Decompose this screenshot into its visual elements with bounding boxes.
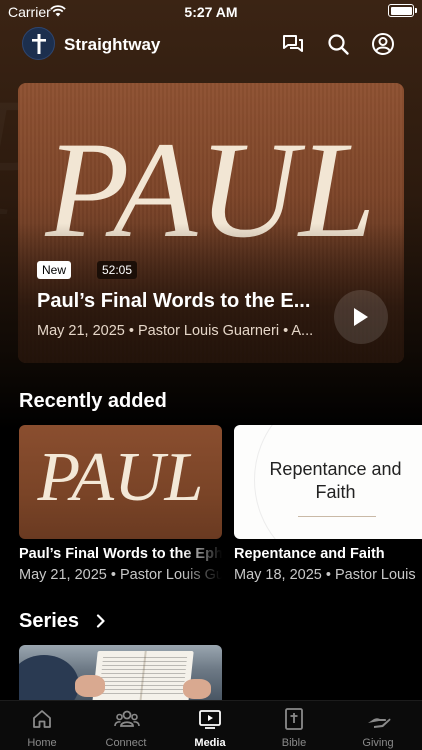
play-icon — [354, 308, 368, 326]
bible-icon — [285, 708, 303, 730]
media-card-meta: May 21, 2025 • Pastor Louis Gu — [19, 567, 222, 583]
duration-badge: 52:05 — [97, 261, 138, 279]
tab-home[interactable]: Home — [0, 701, 84, 750]
tab-bar: Home Connect Media Bible Giving — [0, 700, 422, 750]
media-thumbnail: Repentance and Faith — [234, 425, 422, 539]
tab-bible[interactable]: Bible — [252, 701, 336, 750]
thumbnail-art-line: Repentance and — [269, 459, 402, 479]
tab-label: Media — [194, 737, 226, 749]
chat-icon[interactable] — [281, 32, 305, 56]
search-icon[interactable] — [326, 32, 350, 56]
thumbnail-divider — [298, 516, 376, 517]
featured-sermon-title: Paul’s Final Words to the E... — [37, 290, 311, 312]
tab-label: Giving — [362, 737, 394, 749]
thumbnail-art-line: Faith — [315, 482, 356, 502]
clock: 5:27 AM — [184, 4, 238, 20]
app-header: Straightway — [0, 24, 422, 64]
media-card-title: Paul’s Final Words to the Eph — [19, 546, 222, 562]
thumbnail-art-text: Repentance and Faith — [234, 458, 422, 504]
featured-sermon-card[interactable]: PAUL New 52:05 Paul’s Final Words to the… — [18, 83, 404, 363]
giving-hand-icon — [368, 718, 391, 728]
recently-added-heading: Recently added — [19, 390, 167, 412]
new-badge: New — [37, 261, 72, 279]
play-screen-icon — [199, 710, 221, 729]
status-bar: Carrier 5:27 AM — [0, 0, 422, 24]
account-icon[interactable] — [371, 32, 395, 56]
photo-shape — [19, 655, 79, 705]
photo-shape — [98, 657, 188, 697]
photo-shape — [75, 675, 105, 697]
media-card-title: Repentance and Faith — [234, 546, 385, 562]
featured-sermon-meta: May 21, 2025 • Pastor Louis Guarneri • A… — [37, 323, 314, 339]
tab-label: Connect — [105, 737, 147, 749]
media-card-meta: May 18, 2025 • Pastor Louis — [234, 567, 416, 583]
cross-icon — [32, 34, 46, 54]
tab-giving[interactable]: Giving — [336, 701, 420, 750]
home-icon — [33, 710, 51, 728]
tab-connect[interactable]: Connect — [84, 701, 168, 750]
series-heading[interactable]: Series — [19, 610, 79, 633]
battery-icon — [388, 4, 417, 17]
tab-label: Bible — [281, 737, 307, 749]
people-icon — [114, 710, 140, 727]
photo-shape — [183, 679, 211, 699]
play-button[interactable] — [334, 290, 388, 344]
chevron-right-icon[interactable] — [96, 614, 106, 628]
thumbnail-art-text: PAUL — [37, 439, 204, 516]
tab-label: Home — [27, 737, 57, 749]
media-card[interactable]: PAUL Paul’s Final Words to the Eph May 2… — [19, 425, 222, 585]
series-thumbnail[interactable] — [19, 645, 222, 705]
app-title: Straightway — [64, 35, 161, 54]
media-thumbnail: PAUL — [19, 425, 222, 539]
tab-media[interactable]: Media — [168, 701, 252, 750]
media-card[interactable]: Repentance and Faith Repentance and Fait… — [234, 425, 422, 585]
church-logo-icon[interactable] — [22, 27, 55, 60]
